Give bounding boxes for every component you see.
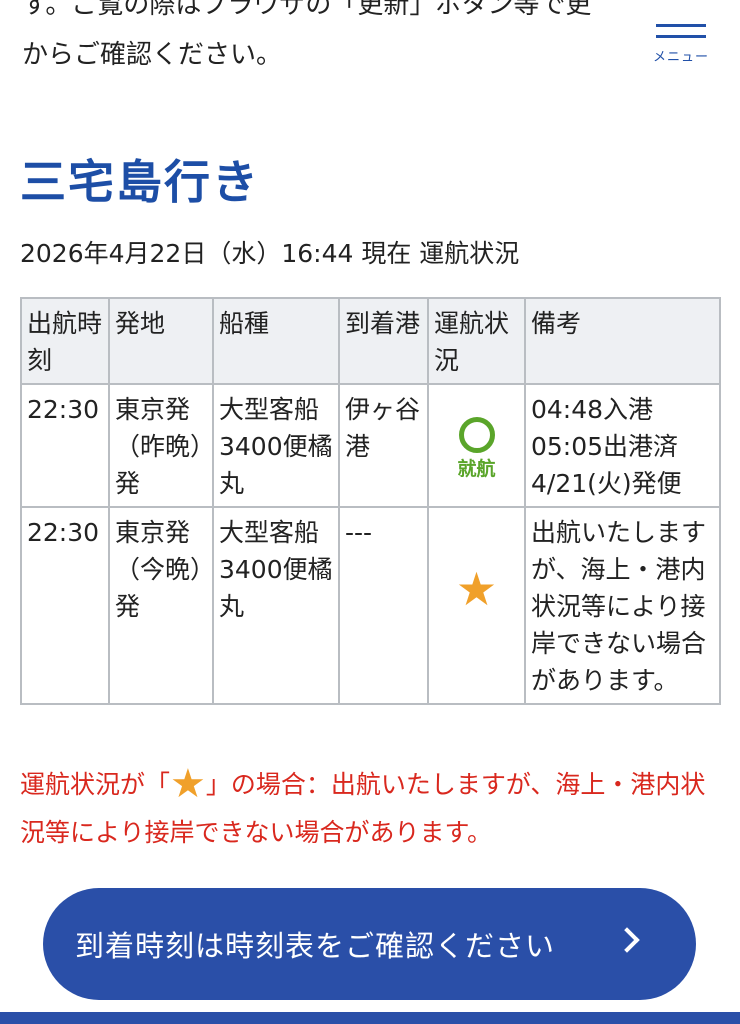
- table-row: 22:30 東京発（今晩）発 大型客船3400便橘丸 --- ★ 出航いたします…: [20, 506, 721, 705]
- status-note: 運航状況が「★」の場合：出航いたしますが、海上・港内状況等により接岸できない場合…: [20, 760, 720, 857]
- table-header-row: 出航時刻 発地 船種 到着港 運航状況 備考: [20, 297, 721, 385]
- header-remarks: 備考: [524, 297, 721, 385]
- cell-origin: 東京発（今晩）発: [108, 506, 214, 705]
- menu-label: メニュー: [652, 50, 709, 65]
- star-icon: ★: [455, 562, 498, 616]
- star-icon: ★: [170, 761, 206, 807]
- cell-status: 就航: [427, 383, 526, 508]
- header-departure-time: 出航時刻: [20, 297, 110, 385]
- footer-bar: [0, 1012, 740, 1024]
- cell-status: ★: [427, 506, 526, 705]
- cell-remarks: 出航いたしますが、海上・港内状況等により接岸できない場合があります。: [524, 506, 721, 705]
- status-timestamp: 2026年4月22日（水）16:44 現在 運航状況: [20, 239, 520, 268]
- header-origin: 発地: [108, 297, 214, 385]
- cell-origin: 東京発（昨晩）発: [108, 383, 214, 508]
- cell-ship: 大型客船3400便橘丸: [212, 383, 340, 508]
- schedule-table: 出航時刻 発地 船種 到着港 運航状況 備考 22:30 東京発（昨晩）発 大型…: [20, 297, 721, 705]
- hamburger-bar: [656, 35, 706, 38]
- hamburger-bar: [656, 24, 706, 27]
- hamburger-icon: [648, 24, 714, 38]
- section-title: 三宅島行き: [20, 155, 260, 209]
- status-label: 就航: [457, 457, 496, 480]
- intro-line-1: す。ご覧の際はブラウザの「更新」ボタン等で更: [22, 0, 592, 20]
- cell-remarks: 04:48入港05:05出港済4/21(火)発便: [524, 383, 721, 508]
- cell-time: 22:30: [20, 383, 110, 508]
- cell-ship: 大型客船3400便橘丸: [212, 506, 340, 705]
- circle-icon: [458, 416, 495, 453]
- cell-arrival: 伊ヶ谷港: [338, 383, 429, 508]
- intro-line-2: からご確認ください。: [22, 40, 283, 70]
- header-ship-type: 船種: [212, 297, 340, 385]
- table-row: 22:30 東京発（昨晩）発 大型客船3400便橘丸 伊ヶ谷港 就航 04:48…: [20, 383, 721, 508]
- menu-button[interactable]: メニュー: [648, 24, 714, 82]
- timetable-button[interactable]: 到着時刻は時刻表をご確認ください: [43, 888, 696, 1000]
- header-status: 運航状況: [427, 297, 526, 385]
- intro-text: す。ご覧の際はブラウザの「更新」ボタン等で更 からご確認ください。: [22, 0, 642, 80]
- cell-time: 22:30: [20, 506, 110, 705]
- timetable-button-label: 到着時刻は時刻表をご確認ください: [75, 929, 556, 963]
- cell-arrival: ---: [338, 506, 429, 705]
- header-arrival-port: 到着港: [338, 297, 429, 385]
- chevron-right-icon: [614, 927, 640, 953]
- note-prefix: 運航状況が「: [20, 770, 171, 799]
